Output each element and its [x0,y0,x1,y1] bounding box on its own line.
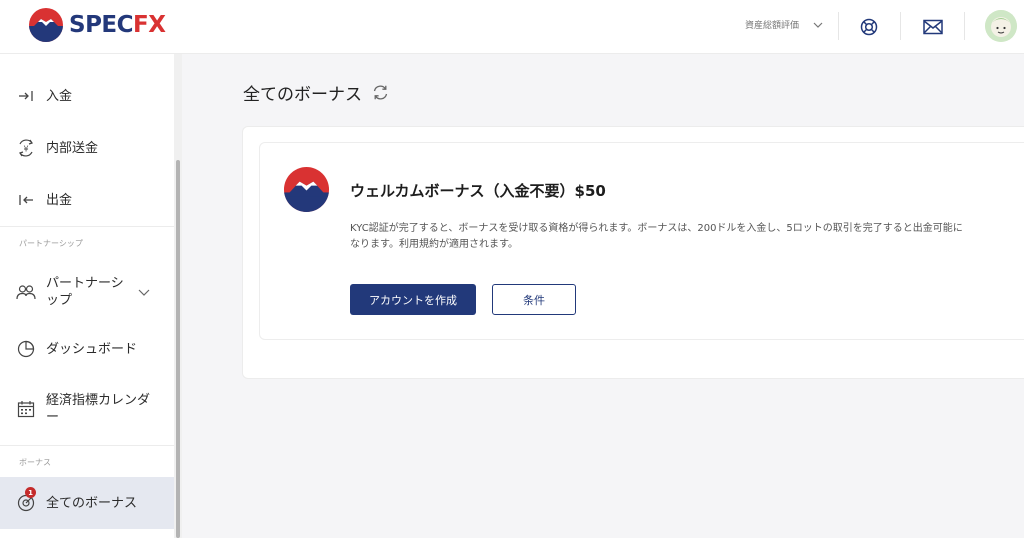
sidebar: 入金 ¥ 内部送金 出金 パートナーシップ パートナーシップ ダッシュボード 経… [0,54,182,538]
header-divider [900,12,901,40]
sidebar-item-label: 出金 [46,192,73,208]
bonus-description: KYC認証が完了すると、ボーナスを受け取る資格が得られます。ボーナスは、200ド… [350,221,1024,253]
bonus-fuji-logo-icon [283,166,330,213]
create-account-button[interactable]: アカウントを作成 [350,284,476,315]
conditions-button[interactable]: 条件 [492,284,576,315]
withdraw-arrow-icon [16,190,36,210]
sidebar-item-economic-calendar[interactable]: 経済指標カレンダー [0,389,174,429]
sidebar-item-label: パートナーシップ [46,276,124,308]
sidebar-item-withdraw[interactable]: 出金 [0,186,174,214]
header-divider [964,12,965,40]
sidebar-item-deposit[interactable]: 入金 [0,82,174,110]
sidebar-item-label: 全てのボーナス [46,495,138,511]
support-lifebuoy-icon[interactable] [858,16,880,38]
sidebar-item-label: 内部送金 [46,140,99,156]
header-divider [838,12,839,40]
sidebar-divider [0,445,174,446]
sidebar-scrollbar-thumb[interactable] [176,160,180,538]
sidebar-section-bonus: ボーナス [19,458,51,467]
svg-text:¥: ¥ [23,145,28,154]
top-header: SPECFX 資産総額評価 [0,0,1024,54]
user-avatar[interactable] [985,10,1017,42]
sidebar-item-label: 入金 [46,88,73,104]
calendar-icon [16,399,36,419]
bonus-description-line: なります。利用規約が適用されます。 [350,239,518,250]
sidebar-item-label: 経済指標カレンダー [46,393,151,425]
sidebar-divider [0,226,174,227]
bonus-title: ウェルカムボーナス（入金不要）$50 [350,182,606,200]
bonus-target-icon: 1 [16,487,36,513]
sidebar-item-dashboard[interactable]: ダッシュボード [0,335,174,363]
bonus-description-line: KYC認証が完了すると、ボーナスを受け取る資格が得られます。ボーナスは、200ド… [350,223,963,234]
page-title-text: 全てのボーナス [243,85,362,105]
sidebar-item-all-bonuses[interactable]: 1 全てのボーナス [0,477,174,529]
chevron-down-icon [138,289,150,296]
chevron-down-icon [813,22,823,28]
sidebar-section-partnership: パートナーシップ [19,239,83,248]
page-title: 全てのボーナス [243,80,389,105]
internal-transfer-yen-icon: ¥ [16,138,36,158]
account-valuation-select[interactable]: 資産総額評価 [745,18,823,31]
logo[interactable]: SPECFX [28,7,166,43]
sidebar-item-partnership[interactable]: パートナーシップ [0,272,174,312]
notification-badge: 1 [25,487,36,498]
refresh-icon[interactable] [372,84,389,101]
partners-icon [16,282,36,302]
brand-name: SPECFX [69,12,166,38]
mail-icon[interactable] [922,16,944,38]
fuji-logo-icon [29,8,63,42]
pie-chart-icon [16,339,36,359]
account-valuation-label: 資産総額評価 [745,21,800,31]
sidebar-item-label: ダッシュボード [46,341,138,357]
deposit-arrow-icon [16,86,36,106]
sidebar-item-internal-transfer[interactable]: ¥ 内部送金 [0,134,174,162]
